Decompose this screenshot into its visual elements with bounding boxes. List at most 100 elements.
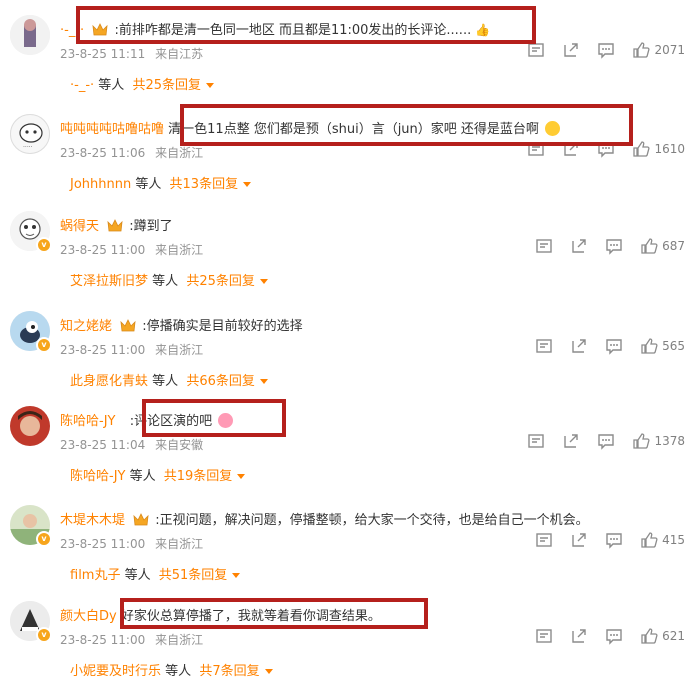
reply-count[interactable]: 共25条回复 bbox=[132, 78, 201, 93]
replies-summary[interactable]: 此身愿化青蚨 等人 共66条回复 bbox=[70, 370, 268, 389]
reply-label: 等人 bbox=[152, 374, 179, 389]
reply-user[interactable]: film丸子 bbox=[70, 568, 120, 583]
verified-badge-icon: v bbox=[36, 531, 52, 547]
share-icon[interactable] bbox=[562, 41, 580, 59]
crown-icon bbox=[133, 513, 149, 526]
emoji-icon bbox=[218, 413, 234, 428]
share-icon[interactable] bbox=[562, 140, 580, 158]
username[interactable]: 颜大白Dy bbox=[60, 609, 117, 624]
avatar[interactable]: v bbox=[10, 211, 52, 253]
comment-date: 23-8-25 11:11 bbox=[60, 47, 146, 61]
comment-date: 23-8-25 11:00 bbox=[60, 243, 146, 257]
username[interactable]: 吨吨吨吨咕噜咕噜 bbox=[60, 122, 164, 137]
comment-location: 来自江苏 bbox=[155, 47, 204, 61]
reply-count[interactable]: 共51条回复 bbox=[159, 568, 228, 583]
avatar[interactable]: ····· bbox=[10, 114, 50, 154]
like-button[interactable]: 1378 bbox=[632, 432, 685, 450]
report-icon[interactable] bbox=[527, 432, 545, 450]
reply-user[interactable]: ·-_-· bbox=[70, 78, 94, 93]
share-icon[interactable] bbox=[570, 237, 588, 255]
reply-user[interactable]: 陈哈哈-JY bbox=[70, 469, 125, 484]
chevron-down-icon[interactable] bbox=[232, 573, 241, 578]
share-icon[interactable] bbox=[570, 627, 588, 645]
like-button[interactable]: 2071 bbox=[632, 41, 685, 59]
report-icon[interactable] bbox=[535, 337, 553, 355]
comment-location: 来自浙江 bbox=[155, 146, 204, 160]
replies-summary[interactable]: Johhhnnn 等人 共13条回复 bbox=[70, 173, 252, 192]
share-icon[interactable] bbox=[570, 337, 588, 355]
report-icon[interactable] bbox=[527, 140, 545, 158]
avatar[interactable] bbox=[10, 406, 50, 446]
username[interactable]: 蜗得天 bbox=[60, 219, 99, 234]
comment-location: 来自安徽 bbox=[155, 438, 204, 452]
replies-summary[interactable]: ·-_-· 等人 共25条回复 bbox=[70, 74, 214, 93]
reply-count[interactable]: 共7条回复 bbox=[199, 664, 259, 679]
avatar[interactable]: v bbox=[10, 601, 52, 643]
comment-date: 23-8-25 11:00 bbox=[60, 633, 146, 647]
chevron-down-icon[interactable] bbox=[264, 669, 273, 674]
replies-summary[interactable]: 小妮要及时行乐 等人 共7条回复 bbox=[70, 660, 273, 679]
comment-icon[interactable] bbox=[597, 41, 615, 59]
comment-icon[interactable] bbox=[597, 432, 615, 450]
report-icon[interactable] bbox=[535, 627, 553, 645]
reply-label: 等人 bbox=[165, 664, 192, 679]
comment-icon[interactable] bbox=[605, 531, 623, 549]
chevron-down-icon[interactable] bbox=[259, 379, 268, 384]
reply-label: 等人 bbox=[152, 274, 179, 289]
replies-summary[interactable]: 艾泽拉斯旧梦 等人 共25条回复 bbox=[70, 270, 268, 289]
comment-icon[interactable] bbox=[597, 140, 615, 158]
reply-label: 等人 bbox=[98, 78, 125, 93]
thumbs-up-icon: 👍 bbox=[475, 23, 491, 37]
emoji-icon bbox=[545, 121, 561, 136]
chevron-down-icon[interactable] bbox=[237, 474, 246, 479]
thumbs-up-icon bbox=[633, 433, 650, 449]
comment-text: :前排咋都是清一色同一地区 而且都是11:00发出的长评论...... bbox=[114, 23, 472, 38]
comment-date: 23-8-25 11:06 bbox=[60, 146, 146, 160]
like-button[interactable]: 565 bbox=[640, 337, 685, 355]
reply-count[interactable]: 共19条回复 bbox=[164, 469, 233, 484]
crown-icon bbox=[120, 319, 136, 332]
like-button[interactable]: 621 bbox=[640, 627, 685, 645]
reply-count[interactable]: 共66条回复 bbox=[186, 374, 255, 389]
report-icon[interactable] bbox=[527, 41, 545, 59]
username[interactable]: ·-_-· bbox=[60, 23, 84, 38]
comment-icon[interactable] bbox=[605, 337, 623, 355]
avatar[interactable] bbox=[10, 15, 50, 55]
reply-user[interactable]: 艾泽拉斯旧梦 bbox=[70, 274, 148, 289]
reply-user[interactable]: Johhhnnn bbox=[70, 177, 131, 192]
reply-count[interactable]: 共13条回复 bbox=[170, 177, 239, 192]
avatar[interactable]: v bbox=[10, 311, 52, 353]
share-icon[interactable] bbox=[570, 531, 588, 549]
reply-label: 等人 bbox=[129, 469, 156, 484]
comment-location: 来自浙江 bbox=[155, 243, 204, 257]
chevron-down-icon[interactable] bbox=[243, 182, 252, 187]
report-icon[interactable] bbox=[535, 237, 553, 255]
comment-location: 来自浙江 bbox=[155, 633, 204, 647]
like-count: 415 bbox=[662, 533, 685, 547]
reply-label: 等人 bbox=[124, 568, 151, 583]
comment-icon[interactable] bbox=[605, 627, 623, 645]
report-icon[interactable] bbox=[535, 531, 553, 549]
username[interactable]: 知之姥姥 bbox=[60, 319, 112, 334]
like-button[interactable]: 687 bbox=[640, 237, 685, 255]
thumbs-up-icon bbox=[641, 628, 658, 644]
comment-text: :停播确实是目前较好的选择 bbox=[142, 319, 303, 334]
chevron-down-icon[interactable] bbox=[259, 279, 268, 284]
username[interactable]: 木堤木木堤 bbox=[60, 513, 125, 528]
replies-summary[interactable]: film丸子 等人 共51条回复 bbox=[70, 564, 241, 583]
crown-icon bbox=[92, 23, 108, 36]
replies-summary[interactable]: 陈哈哈-JY 等人 共19条回复 bbox=[70, 465, 246, 484]
avatar[interactable]: v bbox=[10, 505, 52, 547]
like-button[interactable]: 1610 bbox=[632, 140, 685, 158]
comment-text: :蹲到了 bbox=[129, 219, 173, 234]
chevron-down-icon[interactable] bbox=[206, 83, 214, 88]
share-icon[interactable] bbox=[562, 432, 580, 450]
thumbs-up-icon bbox=[641, 338, 658, 354]
username[interactable]: 陈哈哈-JY bbox=[60, 414, 115, 429]
reply-count[interactable]: 共25条回复 bbox=[186, 274, 255, 289]
comment-icon[interactable] bbox=[605, 237, 623, 255]
reply-user[interactable]: 此身愿化青蚨 bbox=[70, 374, 148, 389]
like-button[interactable]: 415 bbox=[640, 531, 685, 549]
comment-text: 清一色11点整 您们都是预（shui）言（jun）家吧 还得是蓝台啊 bbox=[168, 122, 539, 137]
reply-user[interactable]: 小妮要及时行乐 bbox=[70, 664, 161, 679]
